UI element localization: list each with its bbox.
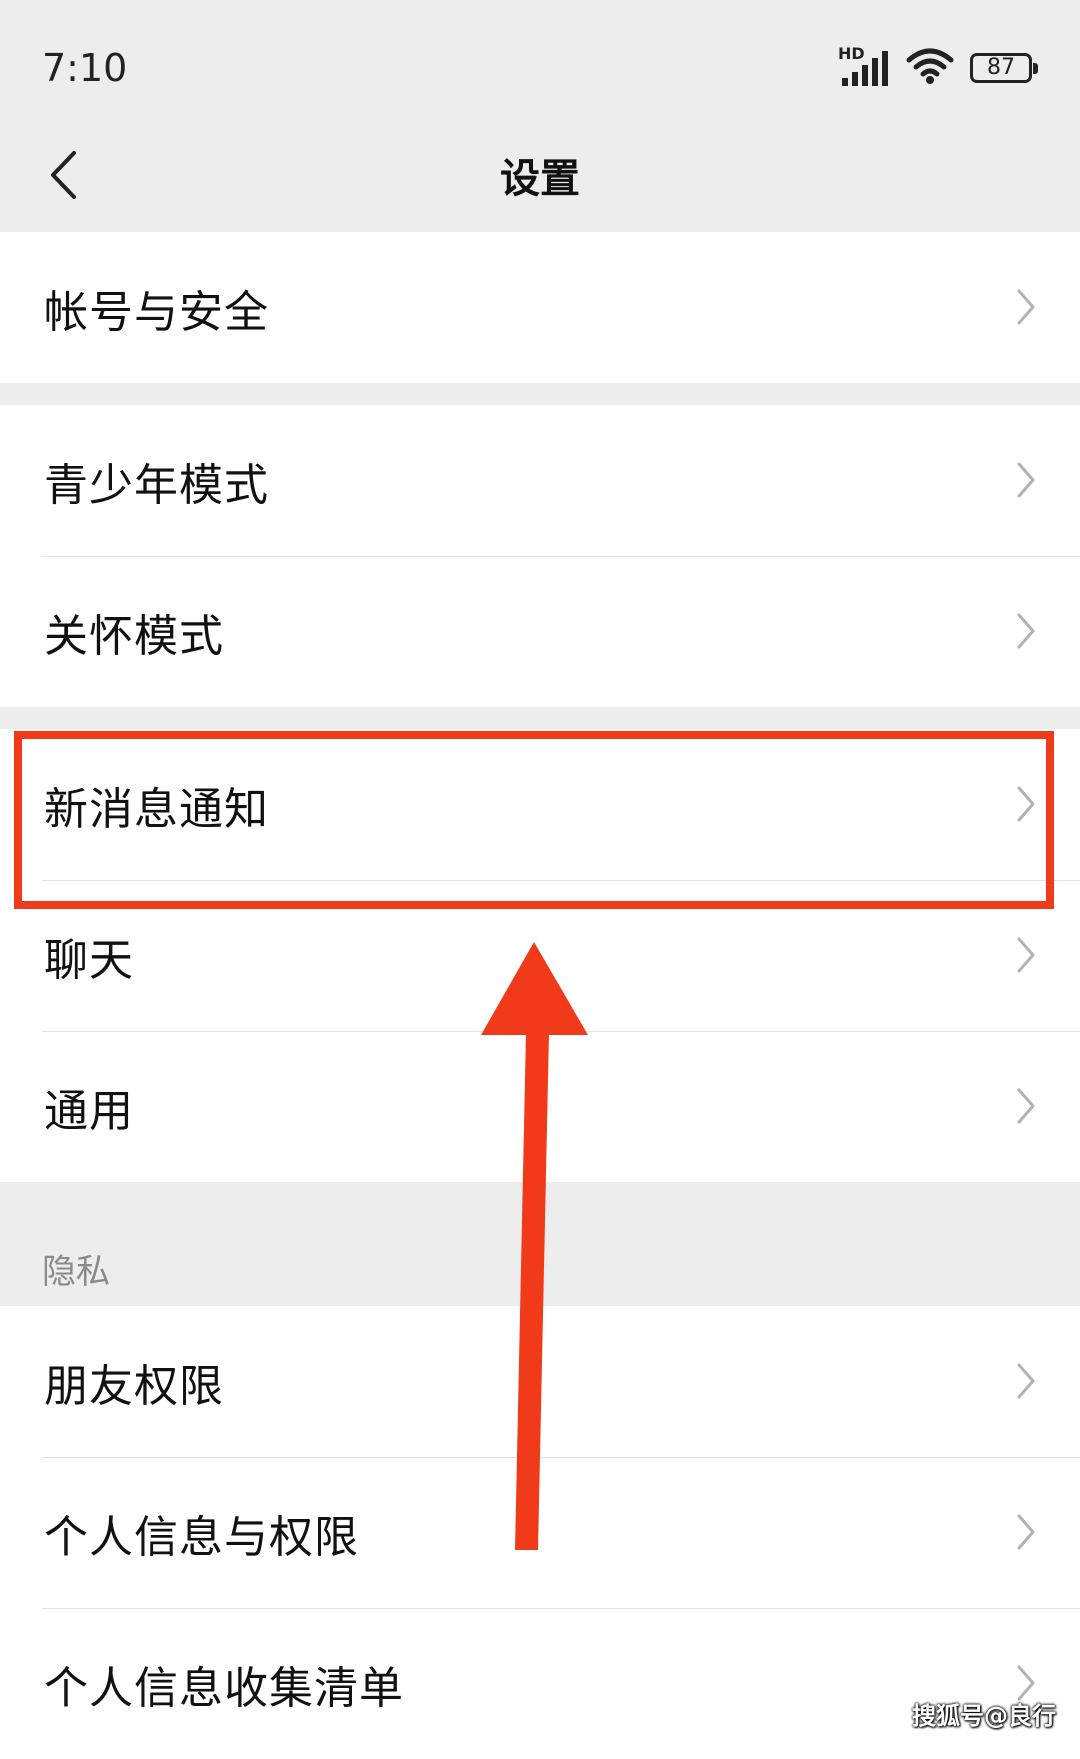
chevron-right-icon <box>1017 1088 1035 1124</box>
settings-item-personal-info-collection[interactable]: 个人信息收集清单 <box>0 1608 1080 1759</box>
nav-bar: 设置 <box>0 120 1080 232</box>
chevron-right-icon <box>1017 1363 1035 1399</box>
status-time: 7:10 <box>42 46 128 90</box>
settings-item-chat[interactable]: 聊天 <box>0 880 1080 1031</box>
settings-item-label: 青少年模式 <box>44 459 269 511</box>
chevron-right-icon <box>1017 462 1035 498</box>
section-header-privacy: 隐私 <box>0 1182 1080 1306</box>
settings-group-account: 帐号与安全 <box>0 232 1080 383</box>
settings-item-label: 新消息通知 <box>44 783 269 835</box>
wifi-icon <box>906 46 954 90</box>
chevron-right-icon <box>1017 1514 1035 1550</box>
page-title: 设置 <box>500 156 580 202</box>
settings-item-label: 关怀模式 <box>44 610 224 662</box>
chevron-right-icon <box>1017 937 1035 973</box>
section-header-label: 隐私 <box>42 1252 110 1292</box>
settings-item-label: 通用 <box>44 1085 134 1137</box>
watermark: 搜狐号@良行 <box>912 1702 1056 1730</box>
chevron-right-icon <box>1017 613 1035 649</box>
settings-group-privacy: 朋友权限 个人信息与权限 个人信息收集清单 <box>0 1306 1080 1759</box>
chevron-right-icon <box>1017 786 1035 822</box>
settings-item-general[interactable]: 通用 <box>0 1031 1080 1182</box>
settings-item-teen-mode[interactable]: 青少年模式 <box>0 405 1080 556</box>
settings-item-personal-info-permissions[interactable]: 个人信息与权限 <box>0 1457 1080 1608</box>
settings-group-modes: 青少年模式 关怀模式 <box>0 405 1080 707</box>
signal-icon: HD <box>838 44 890 88</box>
chevron-right-icon <box>1017 289 1035 325</box>
settings-item-new-message-notification[interactable]: 新消息通知 <box>0 729 1080 880</box>
settings-group-general: 新消息通知 聊天 通用 <box>0 729 1080 1182</box>
status-bar: 7:10 HD 87 <box>0 0 1080 120</box>
battery-level: 87 <box>987 55 1015 80</box>
settings-item-label: 聊天 <box>44 934 134 986</box>
settings-item-label: 个人信息收集清单 <box>44 1662 404 1714</box>
settings-item-label: 朋友权限 <box>44 1360 224 1412</box>
settings-item-account-security[interactable]: 帐号与安全 <box>0 232 1080 383</box>
status-icons: HD 87 <box>838 44 1038 92</box>
settings-item-friend-permissions[interactable]: 朋友权限 <box>0 1306 1080 1457</box>
settings-item-care-mode[interactable]: 关怀模式 <box>0 556 1080 707</box>
settings-item-label: 帐号与安全 <box>44 286 269 338</box>
settings-item-label: 个人信息与权限 <box>44 1511 359 1563</box>
battery-icon: 87 <box>970 53 1038 83</box>
